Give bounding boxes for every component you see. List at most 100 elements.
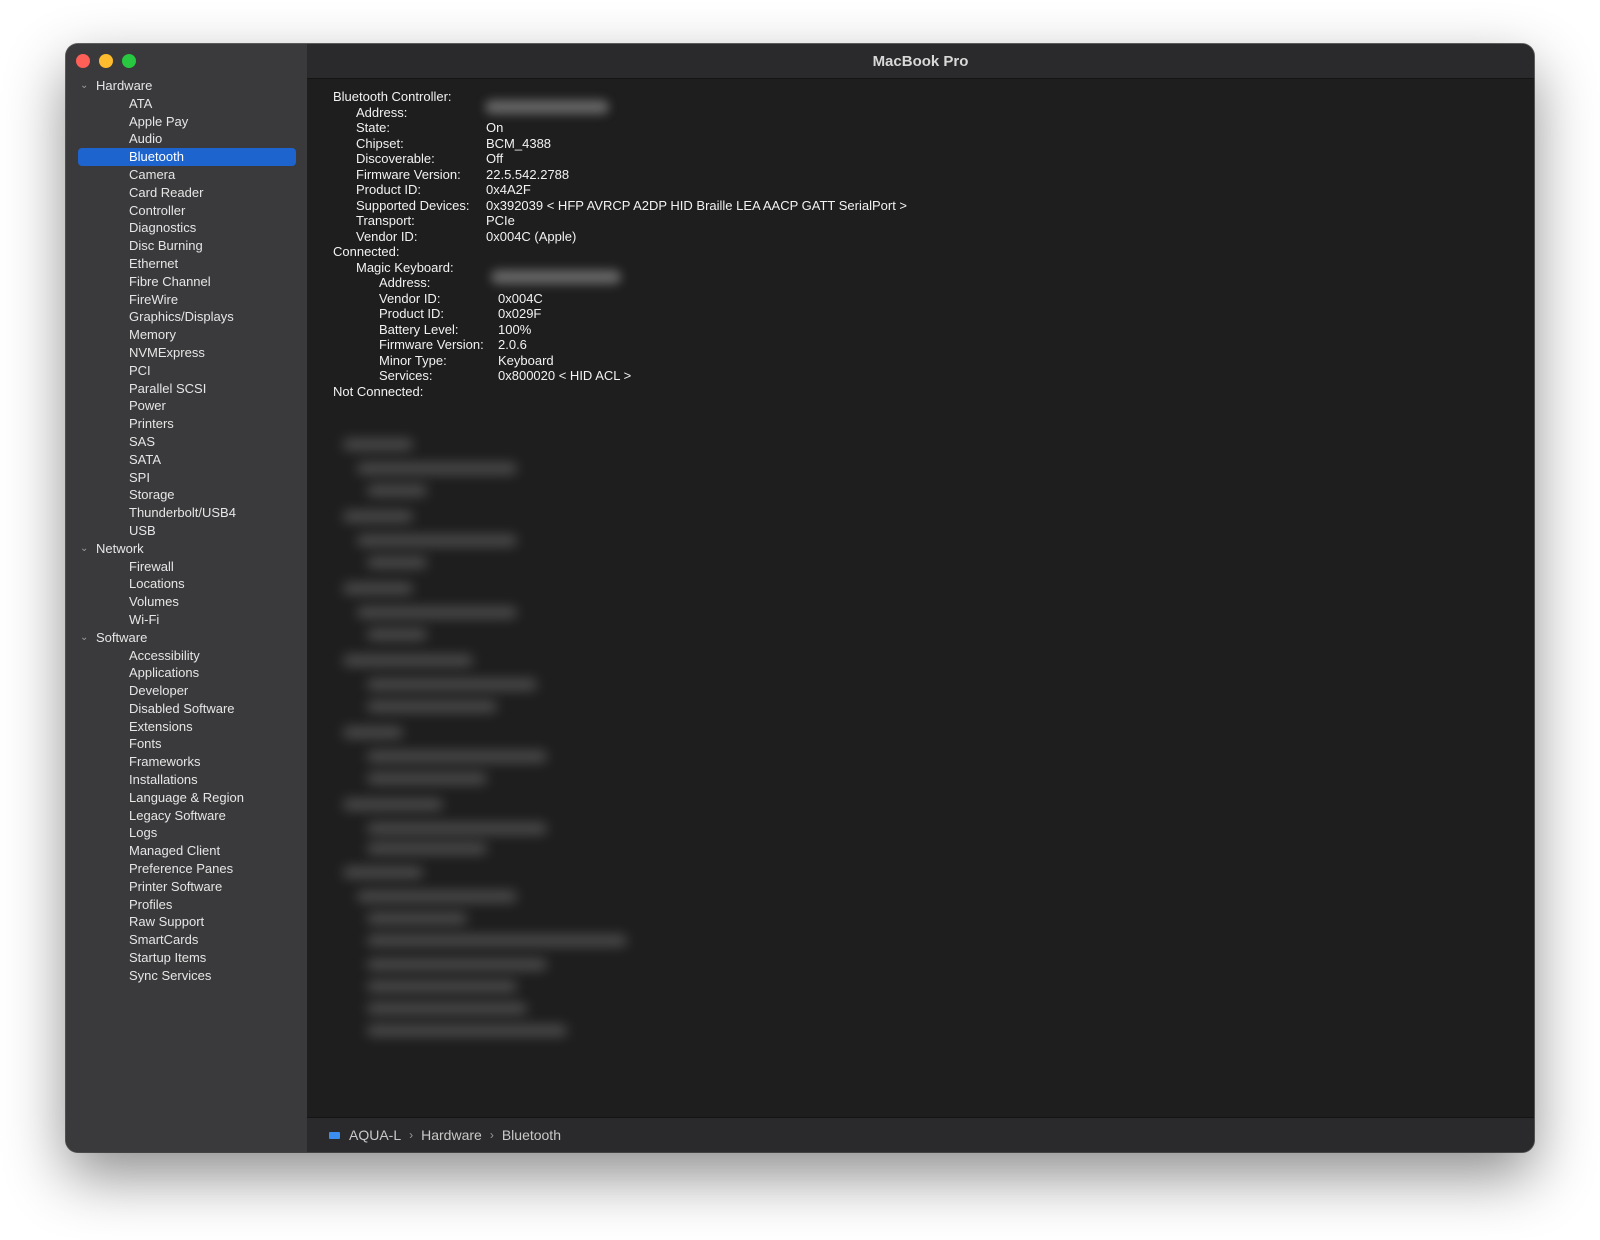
sidebar-item-startup-items[interactable]: Startup Items <box>78 949 296 967</box>
info-value: 2.0.6 <box>498 337 527 352</box>
breadcrumb-separator: › <box>409 1128 414 1142</box>
sidebar-group-label: Network <box>96 540 144 556</box>
not-connected-heading: Not Connected: <box>333 383 424 399</box>
sidebar-item-legacy-software[interactable]: Legacy Software <box>78 807 296 825</box>
sidebar-item-sas[interactable]: SAS <box>78 433 296 451</box>
redacted-text <box>343 583 413 594</box>
sidebar-item-language-region[interactable]: Language & Region <box>78 789 296 807</box>
info-row: Product ID: 0x029F <box>307 306 1534 322</box>
sidebar-tree: ⌄ Hardware ATA Apple Pay Audio Bluetooth Camer… <box>66 77 307 985</box>
sidebar-item-apple-pay[interactable]: Apple Pay <box>78 113 296 131</box>
sidebar-item-logs[interactable]: Logs <box>78 824 296 842</box>
sidebar-group-hardware[interactable]: ⌄ Hardware <box>66 77 307 95</box>
sidebar-item-storage[interactable]: Storage <box>78 486 296 504</box>
zoom-window-button[interactable] <box>122 54 136 68</box>
info-value: Off <box>486 151 504 166</box>
sidebar-item-volumes[interactable]: Volumes <box>78 593 296 611</box>
info-row: Battery Level: 100% <box>307 322 1534 338</box>
sidebar-item-developer[interactable]: Developer <box>78 682 296 700</box>
info-row: Discoverable: Off <box>307 151 1534 167</box>
sidebar-group-network[interactable]: ⌄ Network <box>66 540 307 558</box>
breadcrumb-computer[interactable]: AQUA-L <box>349 1127 401 1143</box>
sidebar-item-sata[interactable]: SATA <box>78 451 296 469</box>
info-label: Discoverable: <box>356 151 435 166</box>
sidebar-item-bluetooth[interactable]: Bluetooth <box>78 148 296 166</box>
info-row: State: On <box>307 120 1534 136</box>
close-window-button[interactable] <box>76 54 90 68</box>
sidebar-item-memory[interactable]: Memory <box>78 326 296 344</box>
info-row: Services: 0x800020 < HID ACL > <box>307 368 1534 384</box>
info-label: Battery Level: <box>379 321 459 337</box>
sidebar-item-parallel-scsi[interactable]: Parallel SCSI <box>78 380 296 398</box>
redacted-text <box>367 701 497 712</box>
info-row: Firmware Version: 2.0.6 <box>307 337 1534 353</box>
sidebar-item-controller[interactable]: Controller <box>78 202 296 220</box>
info-label: Firmware Version: <box>379 337 484 352</box>
breadcrumb-hardware[interactable]: Hardware <box>421 1127 482 1143</box>
sidebar-item-installations[interactable]: Installations <box>78 771 296 789</box>
sidebar-item-smartcards[interactable]: SmartCards <box>78 931 296 949</box>
sidebar-item-usb[interactable]: USB <box>78 522 296 540</box>
sidebar-item-disc-burning[interactable]: Disc Burning <box>78 237 296 255</box>
chevron-down-icon[interactable]: ⌄ <box>80 77 96 95</box>
sidebar-item-extensions[interactable]: Extensions <box>78 718 296 736</box>
chevron-down-icon[interactable]: ⌄ <box>80 629 96 647</box>
sidebar-item-disabled-software[interactable]: Disabled Software <box>78 700 296 718</box>
sidebar-item-ata[interactable]: ATA <box>78 95 296 113</box>
info-value: 22.5.542.2788 <box>486 166 570 182</box>
sidebar-item-locations[interactable]: Locations <box>78 575 296 593</box>
sidebar-item-diagnostics[interactable]: Diagnostics <box>78 219 296 237</box>
sidebar-item-thunderbolt-usb4[interactable]: Thunderbolt/USB4 <box>78 504 296 522</box>
breadcrumb-bluetooth[interactable]: Bluetooth <box>502 1127 561 1143</box>
info-row: Chipset: BCM_4388 <box>307 136 1534 152</box>
sidebar-item-firewire[interactable]: FireWire <box>78 291 296 309</box>
sidebar-item-printer-software[interactable]: Printer Software <box>78 878 296 896</box>
redacted-text <box>367 773 487 784</box>
info-label: Transport: <box>356 213 415 228</box>
sidebar-item-ethernet[interactable]: Ethernet <box>78 255 296 273</box>
redacted-text <box>357 463 517 474</box>
sidebar-item-spi[interactable]: SPI <box>78 469 296 487</box>
sidebar-item-profiles[interactable]: Profiles <box>78 896 296 914</box>
sidebar-item-fibre-channel[interactable]: Fibre Channel <box>78 273 296 291</box>
sidebar-item-frameworks[interactable]: Frameworks <box>78 753 296 771</box>
sidebar-group-software[interactable]: ⌄ Software <box>66 629 307 647</box>
info-label: Address: <box>379 275 431 290</box>
minimize-window-button[interactable] <box>99 54 113 68</box>
sidebar-item-pci[interactable]: PCI <box>78 362 296 380</box>
sidebar-item-audio[interactable]: Audio <box>78 130 296 148</box>
sidebar-item-accessibility[interactable]: Accessibility <box>78 647 296 665</box>
window-title: MacBook Pro <box>872 52 969 70</box>
info-row: Transport: PCIe <box>307 213 1534 229</box>
info-row: Not Connected: <box>307 384 1534 400</box>
sidebar-item-sync-services[interactable]: Sync Services <box>78 967 296 985</box>
info-value: BCM_4388 <box>486 135 552 151</box>
info-value: PCIe <box>486 213 515 228</box>
info-value: 0x800020 < HID ACL > <box>498 368 632 383</box>
sidebar-item-managed-client[interactable]: Managed Client <box>78 842 296 860</box>
redacted-text <box>367 629 427 640</box>
sidebar-item-printers[interactable]: Printers <box>78 415 296 433</box>
computer-icon <box>329 1131 340 1139</box>
sidebar-item-applications[interactable]: Applications <box>78 664 296 682</box>
sidebar-item-nvmexpress[interactable]: NVMExpress <box>78 344 296 362</box>
sidebar-item-preference-panes[interactable]: Preference Panes <box>78 860 296 878</box>
sidebar-item-graphics-displays[interactable]: Graphics/Displays <box>78 308 296 326</box>
device-name: Magic Keyboard: <box>356 259 454 275</box>
redacted-text <box>367 843 487 854</box>
sidebar-item-camera[interactable]: Camera <box>78 166 296 184</box>
info-label: Supported Devices: <box>356 197 470 213</box>
sidebar-item-power[interactable]: Power <box>78 397 296 415</box>
sidebar-item-raw-support[interactable]: Raw Support <box>78 913 296 931</box>
sidebar-item-fonts[interactable]: Fonts <box>78 735 296 753</box>
redacted-text <box>343 439 413 450</box>
info-label: Product ID: <box>356 182 422 197</box>
sidebar-item-card-reader[interactable]: Card Reader <box>78 184 296 202</box>
redacted-text <box>367 485 427 496</box>
info-value: Keyboard <box>498 352 554 368</box>
sidebar-item-wi-fi[interactable]: Wi-Fi <box>78 611 296 629</box>
sidebar-item-firewall[interactable]: Firewall <box>78 558 296 576</box>
info-value: 0x004C <box>498 290 543 306</box>
chevron-down-icon[interactable]: ⌄ <box>80 540 96 558</box>
redacted-text <box>343 511 413 522</box>
